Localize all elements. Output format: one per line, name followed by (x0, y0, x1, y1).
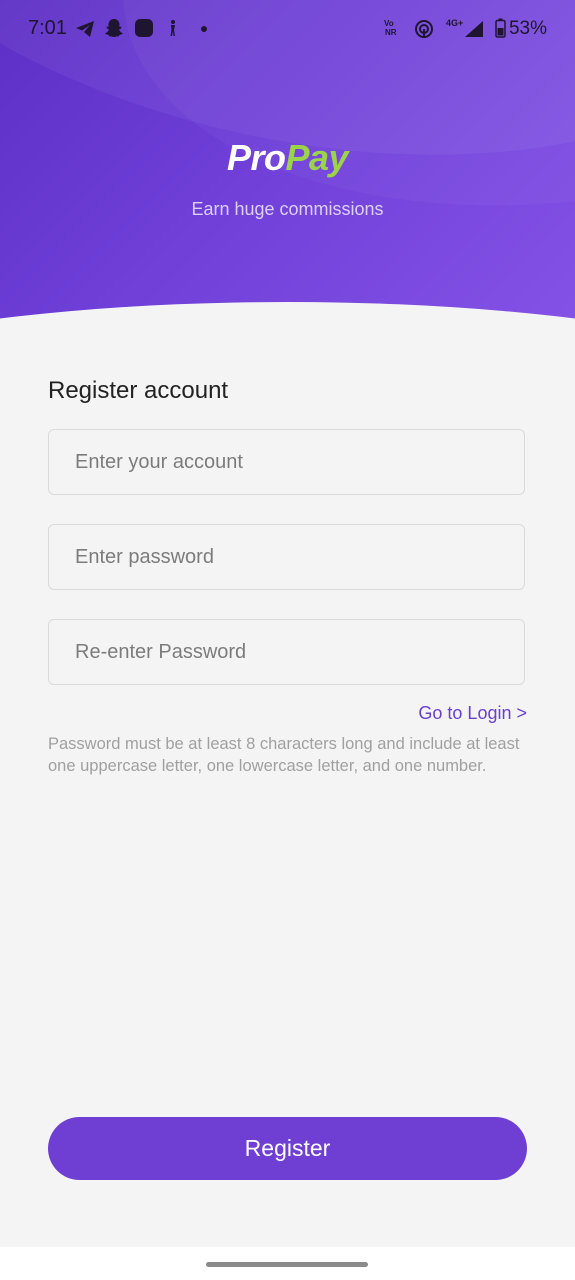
logo-part-pay: Pay (285, 137, 349, 178)
snapchat-icon (105, 19, 123, 37)
battery-icon (495, 18, 506, 38)
status-bar: 7:01 Vo NR 4G+ 53% (0, 0, 575, 58)
telegram-icon (76, 21, 94, 37)
go-to-login-link[interactable]: Go to Login > (418, 703, 527, 724)
header-curve (0, 302, 575, 330)
password-requirements-hint: Password must be at least 8 characters l… (48, 735, 520, 775)
figure-icon (170, 20, 175, 36)
tagline: Earn huge commissions (191, 199, 384, 219)
network-label-bottom: NR (385, 28, 397, 37)
network-label-top: Vo (384, 19, 394, 28)
register-button[interactable]: Register (48, 1117, 527, 1180)
logo-part-pro: Pro (226, 137, 286, 178)
status-time: 7:01 (28, 17, 67, 39)
account-input[interactable] (49, 430, 524, 494)
password-field (48, 524, 525, 590)
dot-icon (201, 26, 207, 32)
home-indicator[interactable] (206, 1262, 368, 1267)
network-type: 4G+ (446, 18, 464, 28)
reenter-password-input[interactable] (49, 620, 524, 684)
password-input[interactable] (49, 525, 524, 589)
hotspot-icon (415, 20, 433, 38)
account-field (48, 429, 525, 495)
form-title: Register account (48, 377, 229, 404)
navigation-bar (0, 1247, 575, 1280)
app-logo: ProPay (0, 137, 575, 179)
reenter-password-field (48, 619, 525, 685)
app-icon (135, 19, 153, 37)
signal-icon (465, 21, 483, 37)
battery-percentage: 53% (508, 18, 547, 39)
